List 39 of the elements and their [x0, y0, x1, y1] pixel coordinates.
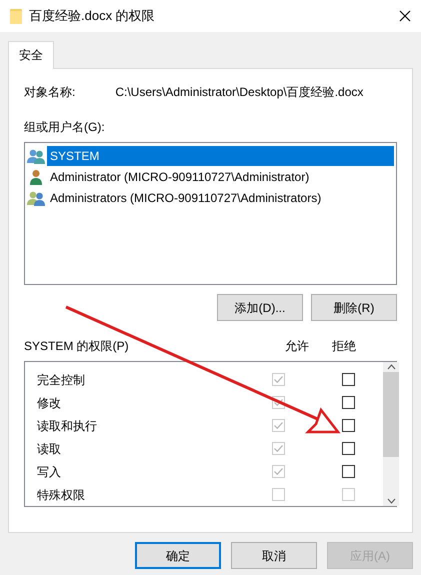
checkbox[interactable] [342, 396, 354, 409]
user-action-button[interactable]: 添加(D)... [217, 294, 303, 321]
dialog-button[interactable]: 取消 [231, 542, 317, 569]
tab[interactable]: 安全 [8, 41, 54, 69]
check-icon [272, 374, 284, 385]
scrollbar[interactable] [383, 362, 399, 506]
permissions-label: SYSTEM 的权限(P) [24, 338, 130, 355]
checkbox[interactable] [342, 419, 354, 432]
user-entry[interactable]: SYSTEM [47, 146, 394, 166]
permission-name: 读取 [37, 442, 61, 456]
dialog-button[interactable]: 确定 [135, 542, 221, 569]
folder-icon [10, 8, 22, 24]
permission-name: 读取和执行 [37, 418, 97, 432]
checkbox[interactable] [342, 442, 354, 455]
allow-header: 允许 [285, 338, 309, 355]
user-entry[interactable]: Administrator (MICRO-909110727\Administrator) [47, 166, 394, 186]
permission-name: 写入 [37, 464, 61, 478]
object-path: C:\Users\Administrator\Desktop\百度经验.docx [115, 84, 364, 101]
user-icon [27, 168, 45, 184]
user-action-button[interactable]: 删除(R) [311, 294, 397, 321]
deny-header: 拒绝 [332, 338, 356, 355]
user-icon [27, 190, 45, 206]
scroll-up-icon[interactable] [386, 362, 396, 372]
users-label: 组或用户名(G): [24, 119, 106, 136]
user-entry[interactable]: Administrators (MICRO-909110727\Administrators) [47, 188, 394, 208]
scroll-down-icon[interactable] [386, 496, 396, 506]
object-name-label: 对象名称: [24, 84, 76, 101]
permission-name: 完全控制 [37, 372, 85, 386]
user-icon [27, 148, 45, 164]
check-icon [272, 397, 284, 408]
check-icon [272, 466, 284, 477]
permission-name: 修改 [37, 396, 61, 410]
close-icon[interactable] [399, 10, 411, 22]
check-icon [272, 420, 284, 431]
permission-name: 特殊权限 [37, 488, 85, 502]
checkbox[interactable] [342, 465, 354, 478]
checkbox[interactable] [342, 373, 354, 386]
check-icon [272, 443, 284, 454]
window-title: 百度经验.docx 的权限 [29, 7, 155, 26]
